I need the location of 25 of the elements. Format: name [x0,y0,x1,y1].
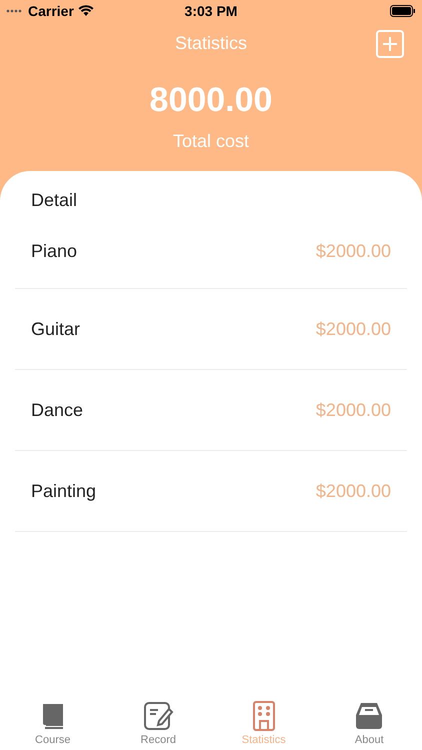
add-icon[interactable] [376,30,404,58]
item-name: Painting [31,480,96,503]
detail-row[interactable]: Piano $2000.00 [15,214,407,289]
item-amount: $2000.00 [316,480,391,502]
item-name: Dance [31,398,84,422]
battery-icon [390,5,416,17]
nav-title: Statistics [174,32,248,54]
detail-heading: Detail [31,189,78,212]
detail-row[interactable]: Painting $2000.00 [15,451,407,532]
item-name: Guitar [31,318,80,340]
detail-row[interactable]: Guitar $2000.00 [15,289,407,370]
item-amount: $2000.00 [316,318,391,340]
tab-item[interactable]: Record [106,692,211,748]
note-icon [142,700,174,732]
tab-item[interactable]: Course [0,692,106,748]
detail-row[interactable]: Dance $2000.00 [15,370,407,451]
total-label: Total cost [172,130,250,153]
item-name: Piano [31,240,78,262]
status-time: 3:03 PM [184,2,238,20]
wifi-icon [78,5,94,17]
item-amount: $2000.00 [316,240,391,262]
carrier-name: Carrier [28,2,74,20]
item-amount: $2000.00 [316,398,391,422]
tab-item[interactable]: About [316,692,422,748]
total-amount: 8000.00 [150,80,272,120]
